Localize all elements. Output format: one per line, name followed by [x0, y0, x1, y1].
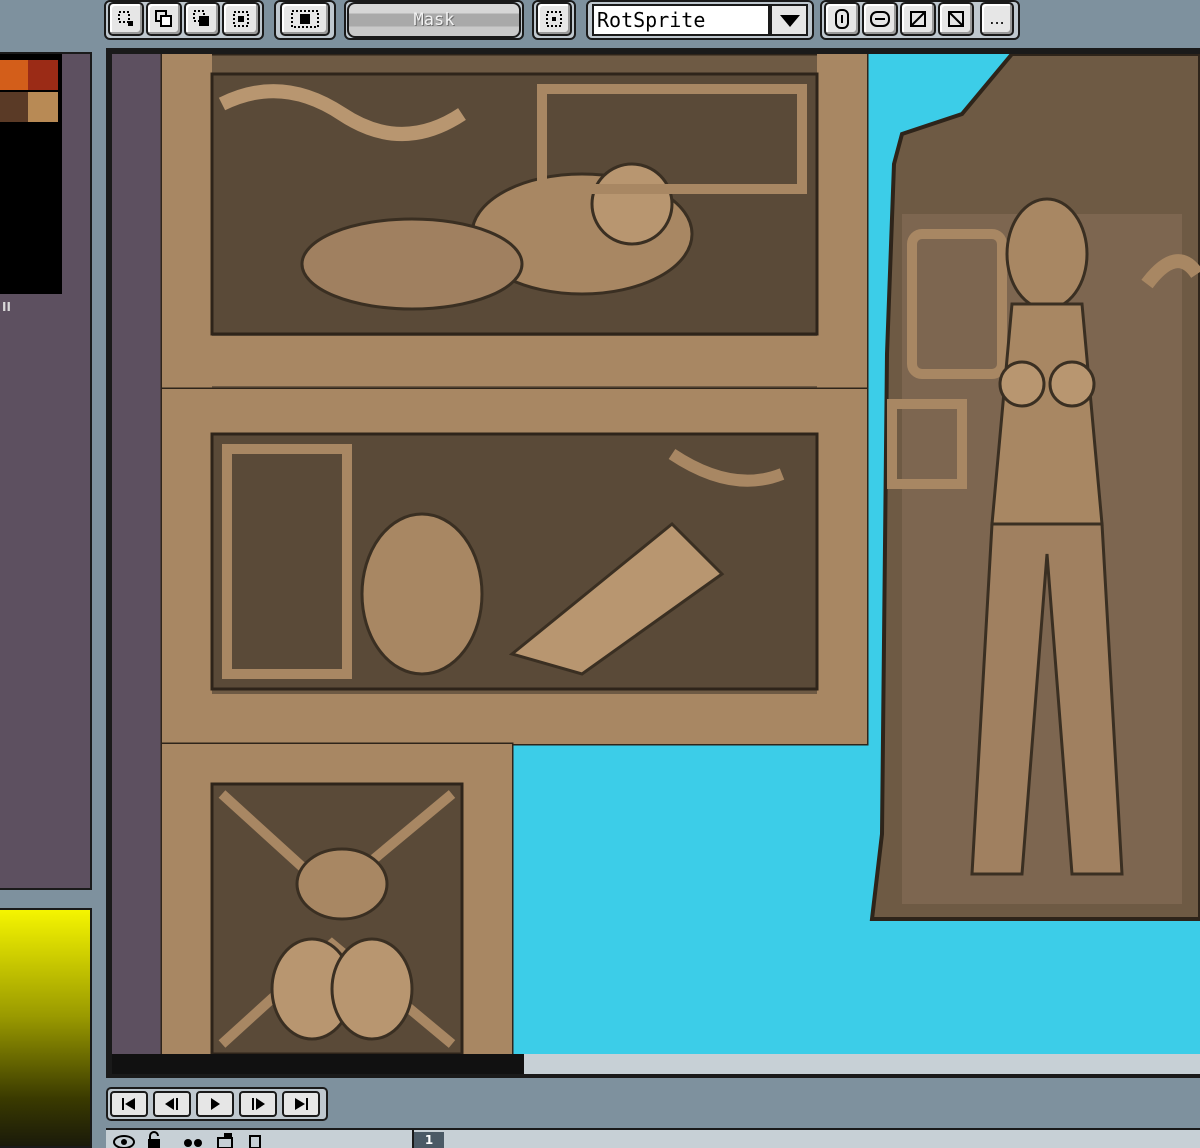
layer-icons	[113, 1131, 261, 1148]
add-selection-icon	[155, 10, 172, 27]
palette-panel: II	[0, 52, 92, 890]
subtract-selection-icon	[193, 10, 209, 26]
relief-tile-top	[160, 54, 869, 391]
subtract-selection-button[interactable]	[184, 2, 220, 36]
rotate-slash-icon	[910, 11, 926, 27]
horizontal-scrollbar[interactable]	[112, 1054, 1200, 1074]
add-selection-button[interactable]	[146, 2, 182, 36]
play-icon	[211, 1098, 220, 1110]
flip-horizontal-icon	[870, 11, 890, 27]
first-frame-icon	[122, 1098, 135, 1110]
palette-swatch[interactable]	[0, 60, 28, 90]
more-options-button[interactable]: ...	[980, 2, 1014, 36]
intersect-selection-button[interactable]	[222, 2, 260, 36]
relief-tile-bottom	[160, 742, 514, 1054]
relief-tile-middle	[160, 387, 869, 746]
replace-selection-icon	[118, 11, 133, 26]
mask-button[interactable]: Mask	[347, 2, 521, 38]
previous-frame-button[interactable]	[153, 1091, 191, 1117]
palette-marker: II	[2, 300, 11, 314]
transparent-color-icon	[291, 10, 319, 28]
play-button[interactable]	[196, 1091, 234, 1117]
frame-number[interactable]: 1	[414, 1132, 444, 1148]
layer-group-icon	[217, 1133, 233, 1148]
rotate-slash-button[interactable]	[900, 2, 936, 36]
playback-controls	[106, 1087, 328, 1121]
sprite-artwork	[160, 54, 1200, 1054]
palette-swatch[interactable]	[0, 162, 26, 192]
palette-swatch[interactable]	[28, 60, 58, 90]
eye-icon	[113, 1135, 135, 1148]
first-frame-button[interactable]	[110, 1091, 148, 1117]
scrollbar-thumb[interactable]	[112, 1054, 524, 1074]
resize-method-select[interactable]: RotSprite	[592, 4, 770, 36]
statue-sprite	[869, 54, 1200, 921]
transparent-color-button[interactable]	[280, 2, 330, 36]
timeline-header	[106, 1128, 1200, 1148]
intersect-selection-icon	[233, 11, 249, 27]
palette-swatch[interactable]	[28, 92, 58, 122]
rotate-backslash-icon	[948, 11, 964, 27]
pivot-button[interactable]	[536, 2, 572, 36]
previous-frame-icon	[165, 1098, 178, 1110]
last-frame-button[interactable]	[282, 1091, 320, 1117]
new-layer-icon	[249, 1135, 261, 1148]
color-shade-picker[interactable]	[0, 908, 92, 1148]
rotate-pixel-icon	[835, 9, 849, 29]
continuous-icon	[184, 1139, 202, 1147]
next-frame-icon	[252, 1098, 265, 1110]
rotation-algorithm-button[interactable]	[824, 2, 860, 36]
rotate-backslash-button[interactable]	[938, 2, 974, 36]
flip-horizontal-button[interactable]	[862, 2, 898, 36]
next-frame-button[interactable]	[239, 1091, 277, 1117]
palette-swatch[interactable]	[0, 92, 28, 122]
chevron-down-icon[interactable]	[770, 4, 808, 36]
last-frame-icon	[295, 1098, 308, 1110]
editor-canvas[interactable]	[112, 54, 1200, 1054]
pivot-grid-icon	[546, 11, 562, 27]
lock-icon	[148, 1131, 160, 1148]
replace-selection-button[interactable]	[108, 2, 144, 36]
